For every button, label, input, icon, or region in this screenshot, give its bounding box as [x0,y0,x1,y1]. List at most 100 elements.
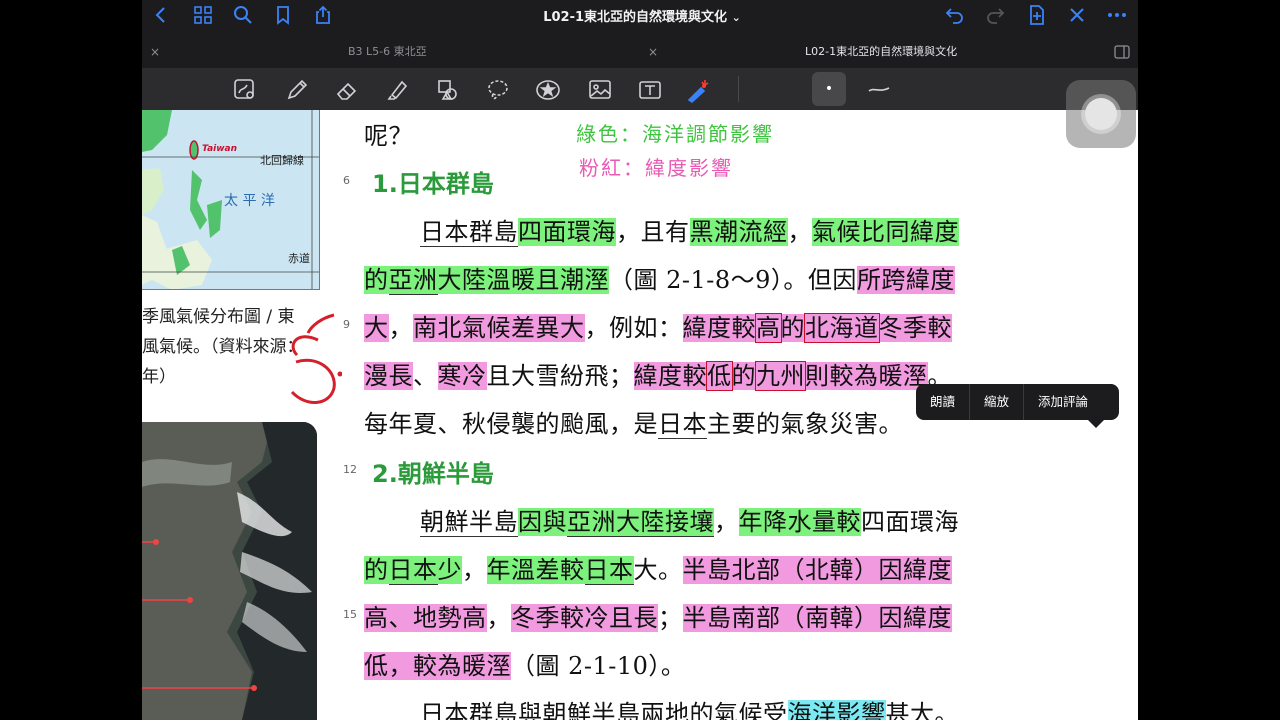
more-icon[interactable] [1106,4,1128,26]
text-span: 日本群島與朝鮮半島兩地的氣候受 [420,700,788,720]
equator-label: 赤道 [288,252,310,265]
stroke-dot-label: • [824,81,834,97]
highlight-green: 年溫差較 [486,556,585,584]
laser-pointer-icon[interactable] [685,77,711,104]
text-span: 且大雪紛飛； [486,362,634,390]
section-heading-japan: 1.日本群島 [372,170,494,198]
text-span: 大 [633,556,658,584]
undo-icon[interactable] [944,4,966,26]
chevron-down-icon: ⌄ [731,11,741,24]
highlight-pink: 半島北部（北韓）因緯度 [682,556,952,584]
text-span: ， [787,218,812,246]
handwritten-five-mark [290,313,342,404]
document-title[interactable]: L02-1東北亞的自然環境與文化 ⌄ [472,6,812,25]
line-number: 9 [343,318,350,331]
highlight-pink: 的 [731,362,756,390]
add-page-icon[interactable] [1026,4,1048,26]
text-span: 日本 [658,410,707,439]
bookmark-icon[interactable] [272,4,294,26]
highlight-green: 年降水量較 [738,508,861,536]
text-span: 每年夏、秋侵襲的颱風，是 [364,410,658,438]
highlight-green: 日本 [388,556,438,585]
highlight-pink: 大 [364,314,389,342]
lasso-read-icon[interactable] [232,77,258,103]
text-box-icon[interactable] [637,77,663,103]
lasso-icon[interactable] [485,77,511,103]
close-edit-icon[interactable] [1066,4,1088,26]
goodnotes-window: L02-1東北亞的自然環境與文化 ⌄ × B3 L5-6 東北亞 × L02-1… [142,0,1138,720]
highlight-pink: 冬季較冷且長 [511,604,658,632]
stroke-dot-button[interactable]: • [812,72,846,106]
text-span: （圖 2-1-8～9）。但因 [609,266,857,294]
boxed-word: 低 [706,361,733,391]
tab-bar: × B3 L5-6 東北亞 × L02-1東北亞的自然環境與文化 [142,38,1138,66]
highlight-green: 氣候比同緯度 [812,218,959,246]
text-span: 甚大。 [885,700,959,720]
text-span: 、 [413,362,438,390]
tab-close-icon[interactable]: × [648,38,658,66]
highlight-pink: 冬季較 [878,314,952,342]
pacific-ocean-label: 太 平 洋 [224,193,275,209]
text-span: ； [658,604,683,632]
pen-icon[interactable] [284,77,310,103]
back-icon[interactable] [150,4,172,26]
highlight-pink: 低，較為暖溼 [364,652,511,680]
climate-map: Taiwan 北回歸線 太 平 洋 赤道 [142,110,320,290]
pen-toolbar [142,68,1138,110]
figure-caption: 年） [142,367,176,387]
highlight-pink: 的 [780,314,805,342]
highlight-green: 的 [364,556,389,584]
redo-icon[interactable] [984,4,1006,26]
assistive-touch-button[interactable] [1066,80,1136,148]
text-line: 每年夏、秋侵襲的颱風，是日本主要的氣象災害。 [364,404,903,439]
green-legend-note: 綠色：海洋調節影響 [576,122,774,146]
search-icon[interactable] [232,4,254,26]
text-line: 呢？ [364,116,413,151]
text-span: ， [714,508,739,536]
text-span: 日本群島 [420,218,518,247]
boxed-word: 高 [755,313,782,343]
highlight-pink: 南北氣候差異大 [413,314,585,342]
text-span: 朝鮮半島 [420,508,518,537]
text-span: 主要的氣象災害。 [707,410,903,438]
share-icon[interactable] [312,4,334,26]
text-span: （圖 2-1-10）。 [511,652,686,680]
section-heading-korea: 2.朝鮮半島 [372,460,494,488]
read-aloud-button[interactable]: 朗讀 [916,384,971,420]
boxed-word: 北海道 [804,313,880,343]
tab-close-icon[interactable]: × [150,38,160,66]
tropic-of-cancer-label: 北回歸線 [260,154,304,167]
highlight-pink: 寒冷 [437,362,487,390]
highlight-pink: 高、地勢高 [364,604,487,632]
stroke-width-icon[interactable] [866,78,892,104]
pink-legend-note: 粉紅：緯度影響 [579,156,733,180]
highlight-pink: 緯度較 [633,362,707,390]
text-span: ， [462,556,487,584]
text-span: ， [486,604,511,632]
text-line: 日本群島與朝鮮半島兩地的氣候受海洋影響甚大。 [420,694,959,720]
text-line: 大，南北氣候差異大，例如：緯度較高的北海道冬季較 [364,308,952,343]
tab-l02-1[interactable]: L02-1東北亞的自然環境與文化 [805,38,957,66]
split-view-icon[interactable] [1114,44,1130,63]
satellite-image [142,422,317,720]
text-line: 高、地勢高，冬季較冷且長；半島南部（南韓）因緯度 [364,598,952,633]
zoom-button[interactable]: 縮放 [970,384,1025,420]
highlight-pink: 則較為暖溼 [805,362,928,390]
add-comment-button[interactable]: 添加評論 [1024,384,1102,420]
document-title-text: L02-1東北亞的自然環境與文化 [543,10,728,25]
highlighter-icon[interactable] [384,77,410,103]
shapes-icon[interactable] [435,77,461,103]
highlight-green: 四面環海 [518,218,616,246]
image-icon[interactable] [587,77,613,103]
sticker-icon[interactable] [535,77,561,103]
line-number: 15 [343,608,357,621]
highlight-pink: 漫長 [364,362,413,390]
grid-icon[interactable] [192,4,214,26]
highlight-pink: 所跨緯度 [856,266,955,294]
highlight-pink: 半島南部（南韓）因緯度 [682,604,952,632]
highlight-green: 亞洲大陸接壤 [567,508,714,537]
highlight-green: 因與 [518,508,567,536]
text-line: 的日本少，年溫差較日本大。半島北部（北韓）因緯度 [364,550,952,585]
eraser-icon[interactable] [334,77,360,103]
tab-b3[interactable]: B3 L5-6 東北亞 [348,38,427,66]
